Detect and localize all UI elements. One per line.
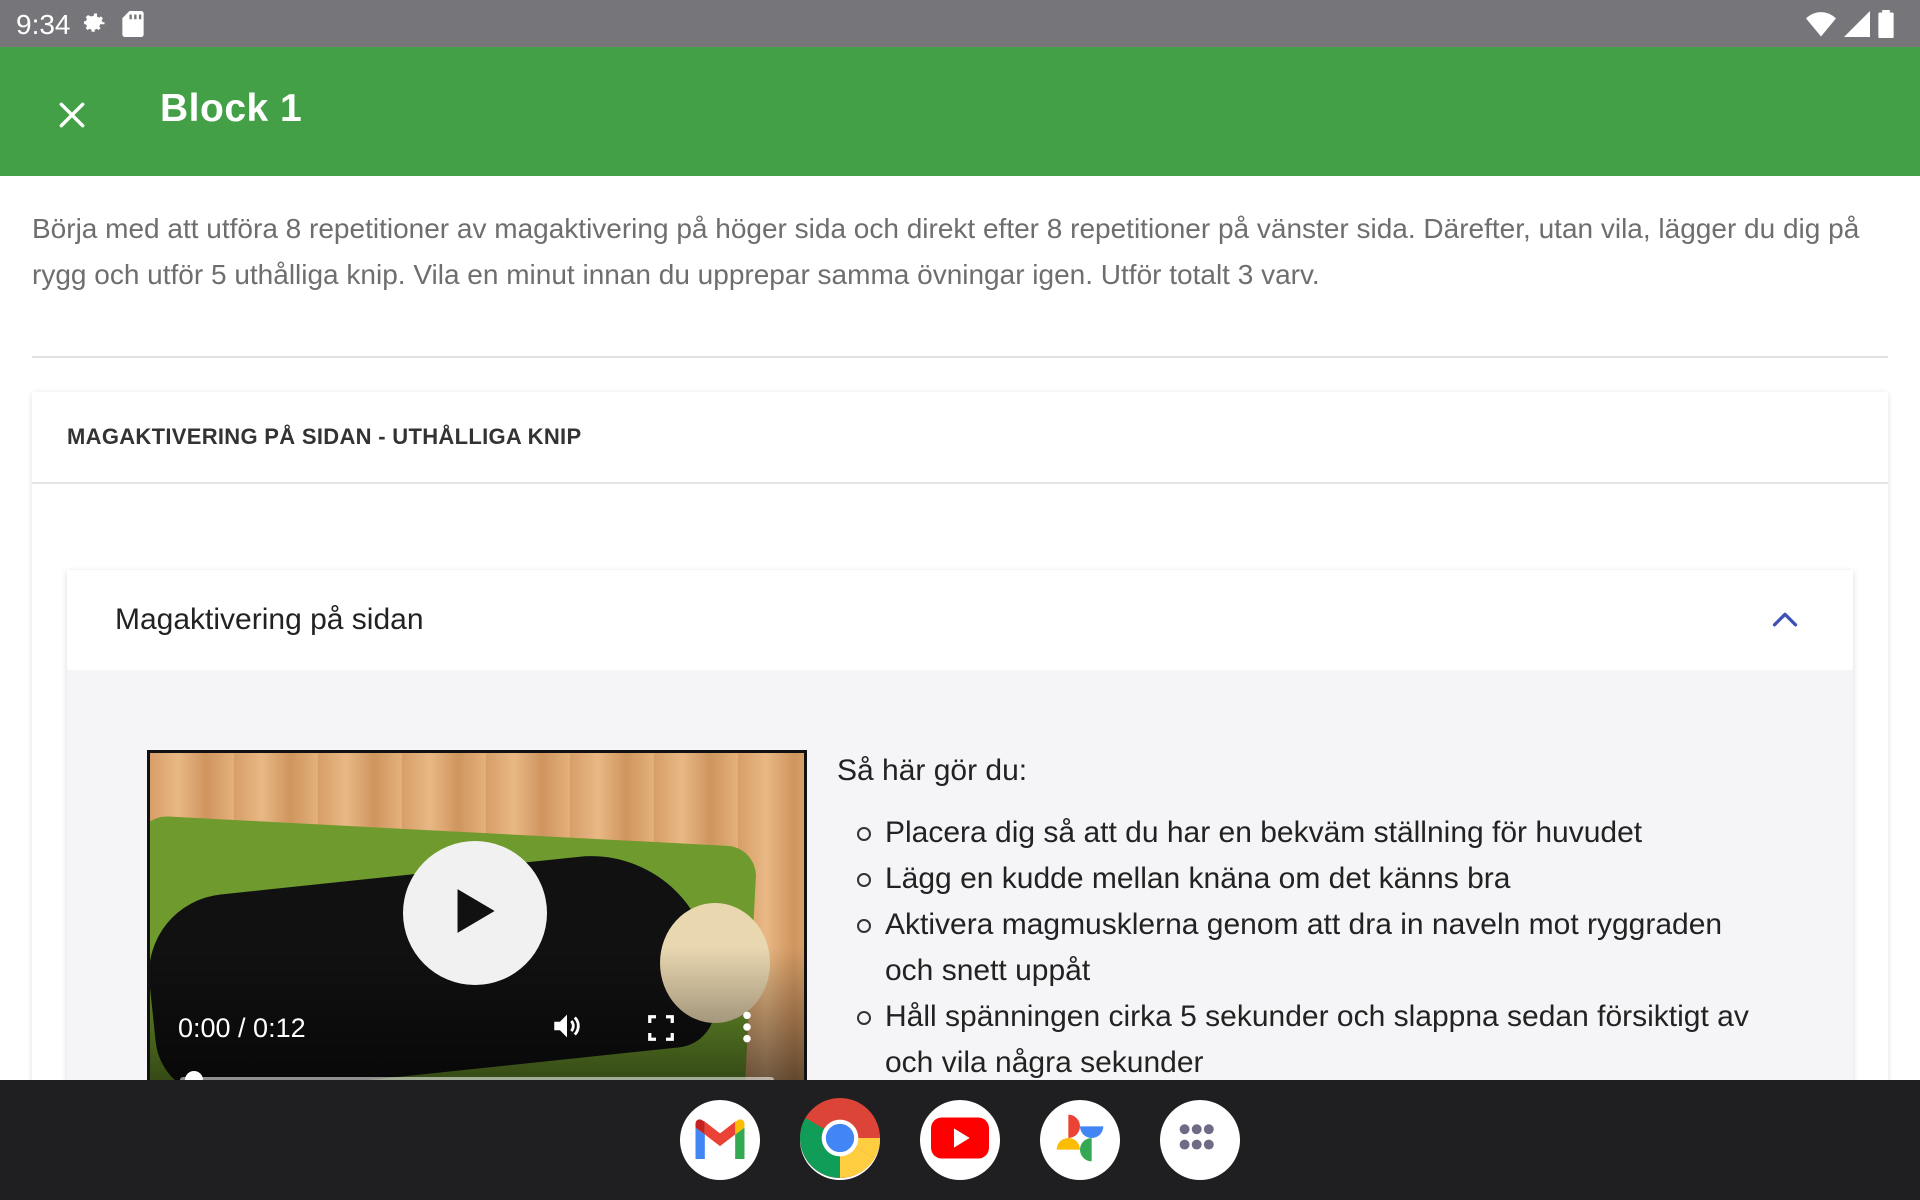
youtube-icon <box>931 1116 989 1164</box>
gmail-icon <box>692 1117 748 1164</box>
divider <box>32 356 1888 358</box>
play-icon <box>453 887 497 940</box>
page-title: Block 1 <box>160 87 303 130</box>
instructions: Så här gör du: Placera dig så att du har… <box>837 750 1777 1080</box>
collapse-button[interactable] <box>1765 600 1805 640</box>
video-time: 0:00 / 0:12 <box>178 1013 306 1043</box>
instructions-list: Placera dig så att du har en bekväm stäl… <box>837 810 1777 1080</box>
close-icon <box>56 99 88 136</box>
intro-text: Börja med att utföra 8 repetitioner av m… <box>32 213 1860 290</box>
photos-icon <box>1052 1110 1108 1171</box>
status-right-icons <box>1806 10 1894 43</box>
status-left-icons <box>80 10 144 43</box>
chevron-up-icon <box>1771 603 1799 637</box>
navigation-bar <box>0 1080 1920 1200</box>
close-button[interactable] <box>40 85 104 149</box>
app-dock <box>680 1097 1240 1183</box>
content-scroll-area[interactable]: Börja med att utföra 8 repetitioner av m… <box>0 176 1920 1080</box>
play-button[interactable] <box>403 841 547 985</box>
exercise-group-card: MAGAKTIVERING PÅ SIDAN - UTHÅLLIGA KNIP … <box>32 392 1888 1080</box>
chrome-icon <box>800 1097 880 1183</box>
exercise-accordion: Magaktivering på sidan 0:00 / 0:12 Så hä… <box>67 570 1853 1080</box>
settings-icon <box>80 10 108 43</box>
youtube-app[interactable] <box>920 1100 1000 1180</box>
instruction-item: Håll spänningen cirka 5 sekunder och sla… <box>837 994 1777 1080</box>
instruction-item: Placera dig så att du har en bekväm stäl… <box>837 810 1777 856</box>
app-bar: Block 1 <box>0 47 1920 176</box>
fullscreen-icon[interactable] <box>646 1013 676 1048</box>
exercise-accordion-header[interactable]: Magaktivering på sidan <box>67 570 1853 670</box>
more-options-icon[interactable] <box>742 1011 752 1048</box>
battery-icon <box>1878 10 1894 43</box>
status-time: 9:34 <box>16 9 71 40</box>
signal-icon <box>1844 11 1870 42</box>
exercise-group-title: MAGAKTIVERING PÅ SIDAN - UTHÅLLIGA KNIP <box>32 392 1888 484</box>
app-drawer-icon <box>1178 1122 1222 1159</box>
wifi-icon <box>1806 11 1836 42</box>
instruction-item: Lägg en kudde mellan knäna om det känns … <box>837 856 1777 902</box>
status-bar: 9:34 <box>0 0 1920 47</box>
instructions-title: Så här gör du: <box>837 754 1028 787</box>
sd-card-icon <box>122 11 144 42</box>
app-drawer[interactable] <box>1160 1100 1240 1180</box>
volume-icon[interactable] <box>550 1009 584 1048</box>
photos-app[interactable] <box>1040 1100 1120 1180</box>
video-player[interactable]: 0:00 / 0:12 <box>147 750 807 1080</box>
instruction-item: Aktivera magmusklerna genom att dra in n… <box>837 902 1777 994</box>
exercise-title: Magaktivering på sidan <box>115 603 424 636</box>
chrome-app[interactable] <box>800 1097 880 1183</box>
gmail-app[interactable] <box>680 1100 760 1180</box>
